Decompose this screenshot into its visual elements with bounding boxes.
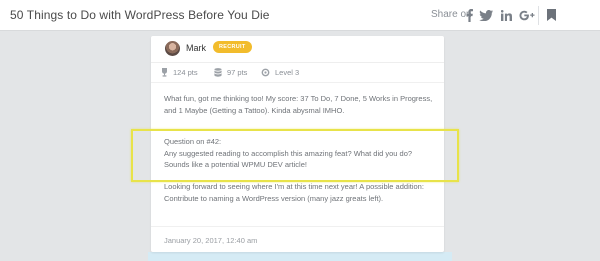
points-stat: 124 pts: [161, 68, 198, 77]
google-plus-icon[interactable]: [518, 8, 536, 22]
comment-timestamp[interactable]: January 20, 2017, 12:40 am: [164, 236, 257, 245]
header-divider: [538, 6, 539, 25]
comment-paragraph: What fun, got me thinking too! My score:…: [164, 93, 436, 116]
database-icon: [214, 68, 222, 77]
comment-line: and 1 Maybe (Getting a Tattoo). Kinda ab…: [164, 105, 345, 115]
level-stat: Level 3: [261, 68, 299, 77]
trophy-icon: [162, 68, 167, 77]
author-stats: 124 pts 97 pts Level 3: [151, 63, 444, 82]
level-gear-icon: [261, 68, 270, 77]
bookmark-icon[interactable]: [545, 8, 557, 22]
author-name[interactable]: Mark: [186, 43, 206, 53]
points-value: 124 pts: [173, 68, 198, 77]
comment-line: Looking forward to seeing where I'm at t…: [164, 182, 424, 191]
level-value: Level 3: [275, 68, 300, 77]
comment-line: What fun, got me thinking too! My score:…: [164, 94, 433, 103]
comment-header: Mark RECRUIT: [151, 36, 444, 62]
page-title: 50 Things to Do with WordPress Before Yo…: [10, 8, 270, 22]
comment-paragraph: Looking forward to seeing where I'm at t…: [164, 181, 436, 204]
twitter-icon[interactable]: [478, 8, 494, 22]
footer-separator: [151, 226, 444, 227]
rank-badge: RECRUIT: [213, 41, 252, 53]
highlight-annotation: [131, 129, 459, 182]
facebook-icon[interactable]: [464, 8, 474, 22]
next-card-peek: [148, 252, 452, 261]
reputation-value: 97 pts: [227, 68, 248, 77]
reputation-stat: 97 pts: [214, 68, 247, 77]
avatar[interactable]: [165, 41, 180, 56]
stats-separator: [151, 82, 444, 83]
top-bar: 50 Things to Do with WordPress Before Yo…: [0, 0, 600, 31]
comment-line: Contribute to naming a WordPress version…: [164, 193, 384, 203]
linkedin-icon[interactable]: [499, 8, 513, 22]
